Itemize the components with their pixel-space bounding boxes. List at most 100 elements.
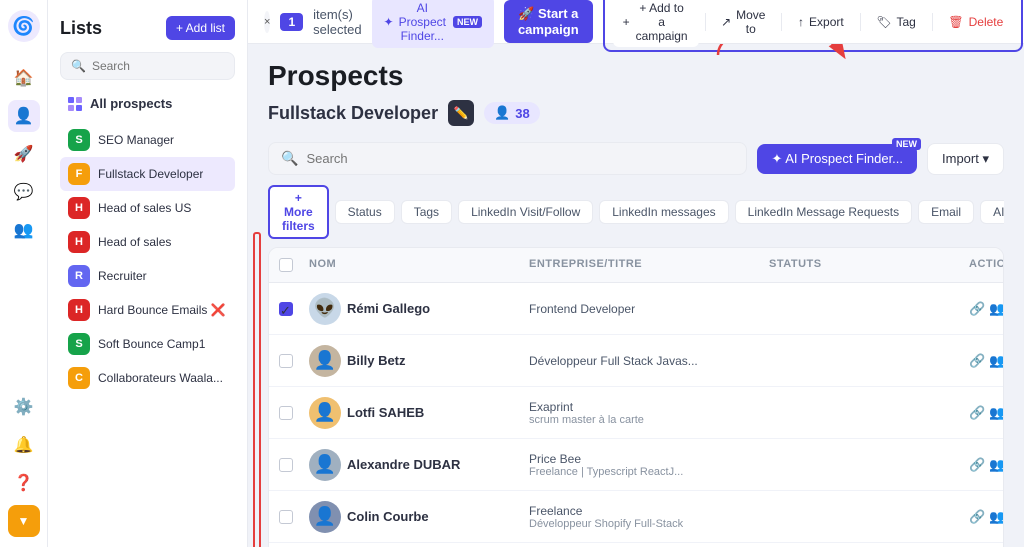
all-prospects-item[interactable]: All prospects	[60, 90, 235, 117]
new-badge-main: NEW	[892, 138, 921, 150]
filter-tab-ai-finder[interactable]: AI Prospect Finder	[980, 200, 1004, 224]
list-item[interactable]: F Fullstack Developer	[60, 157, 235, 191]
table-row: 👤 Colin Courbe FreelanceDéveloppeur Shop…	[269, 491, 1003, 543]
lists-search-input[interactable]	[92, 59, 224, 73]
close-selection-button[interactable]: ×	[264, 11, 270, 33]
delete-button[interactable]: 🗑 Delete	[938, 11, 1013, 33]
table-row: 👤 Alexandre DUBAR Price BeeFreelance | T…	[269, 439, 1003, 491]
list-avatar: R	[68, 265, 90, 287]
row-status-cell	[759, 355, 959, 367]
import-button[interactable]: Import ▾	[927, 143, 1004, 175]
nav-sidebar: 🌀 🏠 👤 🚀 💬 👥 ⚙️ 🔔 ❓ ▼	[0, 0, 48, 547]
row-checkbox[interactable]	[279, 458, 293, 472]
list-item[interactable]: H Head of sales US	[60, 191, 235, 225]
group-icon[interactable]: 👥	[989, 509, 1004, 525]
lists-search-box[interactable]: 🔍	[60, 52, 235, 80]
link-icon[interactable]: 🔗	[969, 301, 985, 317]
group-icon[interactable]: 👥	[989, 405, 1004, 421]
filter-tab-linkedin-requests[interactable]: LinkedIn Message Requests	[735, 200, 912, 224]
nav-notifications-icon[interactable]: 🔔	[8, 429, 40, 461]
nav-collapse-icon[interactable]: ▼	[8, 505, 40, 537]
move-to-button[interactable]: ↗ Move to	[711, 4, 775, 40]
filter-tab-linkedin-messages[interactable]: LinkedIn messages	[599, 200, 728, 224]
nav-contacts-icon[interactable]: 👤	[8, 100, 40, 132]
avatar: 👤	[309, 449, 341, 481]
row-status-cell	[759, 459, 959, 471]
action-icons-group: 🔗 👥 📅 @ ↩ 🔔 👁 ✉ ➤	[969, 457, 1004, 473]
prospect-name: Colin Courbe	[347, 509, 429, 524]
ai-prospect-finder-topbar-button[interactable]: ✦ AI Prospect Finder... NEW	[372, 0, 494, 48]
arrow-annotation	[248, 44, 948, 60]
nav-help-icon[interactable]: ❓	[8, 467, 40, 499]
link-icon[interactable]: 🔗	[969, 509, 985, 525]
add-list-button[interactable]: + Add list	[166, 16, 235, 40]
link-icon[interactable]: 🔗	[969, 405, 985, 421]
action-icons-group: 🔗 👥 📅 @ ↩ 🔔 👁 ✉ ➤	[969, 353, 1004, 369]
row-checkbox[interactable]: ✓	[279, 302, 293, 316]
ai-prospect-finder-main-button[interactable]: ✦ AI Prospect Finder... NEW	[757, 144, 917, 174]
link-icon[interactable]: 🔗	[969, 457, 985, 473]
list-item[interactable]: H Hard Bounce Emails ❌	[60, 293, 235, 327]
row-checkbox[interactable]	[279, 354, 293, 368]
row-checkbox-cell: ✓	[269, 296, 299, 322]
group-icon[interactable]: 👥	[989, 301, 1004, 317]
filter-tab-status[interactable]: Status	[335, 200, 395, 224]
tag-icon: 🏷	[876, 15, 891, 29]
tag-button[interactable]: 🏷 Tag	[866, 11, 926, 33]
row-company-cell: Exaprintscrum master à la carte	[519, 394, 759, 432]
more-filters-button[interactable]: + More filters	[268, 185, 329, 239]
main-search-box[interactable]: 🔍	[268, 142, 747, 175]
nav-campaigns-icon[interactable]: 🚀	[8, 138, 40, 170]
lists-header: Lists + Add list	[60, 16, 235, 40]
avatar: 👤	[309, 397, 341, 429]
filter-tab-tags[interactable]: Tags	[401, 200, 452, 224]
table-row: ✓ 👽 Rémi Gallego Frontend Developer 🔗 👥 …	[269, 283, 1003, 335]
row-checkbox-cell	[269, 452, 299, 478]
list-item[interactable]: H Head of sales	[60, 225, 235, 259]
table-header: NOM ENTREPRISE/TITRE STATUTS ACTIONS SUR…	[269, 248, 1003, 283]
select-all-checkbox[interactable]	[279, 258, 293, 272]
row-checkbox[interactable]	[279, 510, 293, 524]
group-icon[interactable]: 👥	[989, 353, 1004, 369]
prospect-name: Rémi Gallego	[347, 301, 430, 316]
list-item[interactable]: S SEO Manager	[60, 123, 235, 157]
list-item[interactable]: C Collaborateurs Waala...	[60, 361, 235, 395]
divider	[705, 13, 706, 31]
row-company-cell: Frontend Developer	[519, 296, 759, 322]
search-icon: 🔍	[281, 150, 298, 167]
new-badge: NEW	[453, 16, 482, 28]
nav-settings-icon[interactable]: ⚙️	[8, 391, 40, 423]
nav-logo[interactable]: 🌀	[8, 10, 40, 42]
row-company-cell: Développeur Full Stack Javas...	[519, 348, 759, 374]
filter-tab-email[interactable]: Email	[918, 200, 974, 224]
add-to-campaign-button[interactable]: + + Add to a campaign	[613, 0, 699, 47]
edit-list-name-button[interactable]: ✏️	[448, 100, 474, 126]
company-text: Développeur Full Stack Javas...	[529, 354, 698, 368]
link-icon[interactable]: 🔗	[969, 353, 985, 369]
lists-panel: Lists + Add list 🔍 All prospects S SEO M…	[48, 0, 248, 547]
prospect-count-badge: 👤 38	[484, 102, 540, 124]
row-checkbox[interactable]	[279, 406, 293, 420]
prospect-name: Billy Betz	[347, 353, 406, 368]
nav-messages-icon[interactable]: 💬	[8, 176, 40, 208]
action-icons-group: 🔗 👥 📅 @ ↩ 🔔 👁 ✉ ➤	[969, 509, 1004, 525]
export-button[interactable]: ↑ Export	[788, 11, 854, 33]
company-sub: scrum master à la carte	[529, 414, 644, 426]
start-campaign-button[interactable]: 🚀 Start a campaign	[504, 0, 593, 43]
row-checkbox-cell	[269, 504, 299, 530]
list-item[interactable]: S Soft Bounce Camp1	[60, 327, 235, 361]
company-text: Freelance	[529, 504, 683, 518]
list-item[interactable]: R Recruiter	[60, 259, 235, 293]
table-row: 👤 Marhold Mônier 🌟 Ingénieur Full Stack …	[269, 543, 1003, 547]
row-actions-cell: 🔗 👥 📅 @ ↩ 🔔 👁 ✉ ➤	[959, 503, 1004, 531]
company-text: Exaprint	[529, 400, 644, 414]
prospect-name: Alexandre DUBAR	[347, 457, 460, 472]
group-icon[interactable]: 👥	[989, 457, 1004, 473]
prospects-table: NOM ENTREPRISE/TITRE STATUTS ACTIONS SUR…	[268, 247, 1004, 547]
nav-network-icon[interactable]: 👥	[8, 214, 40, 246]
filter-tabs: + More filters Status Tags LinkedIn Visi…	[268, 185, 1004, 239]
filter-tab-linkedin-visit[interactable]: LinkedIn Visit/Follow	[458, 200, 593, 224]
main-search-input[interactable]	[306, 151, 734, 166]
nav-home-icon[interactable]: 🏠	[8, 62, 40, 94]
list-avatar: H	[68, 231, 90, 253]
